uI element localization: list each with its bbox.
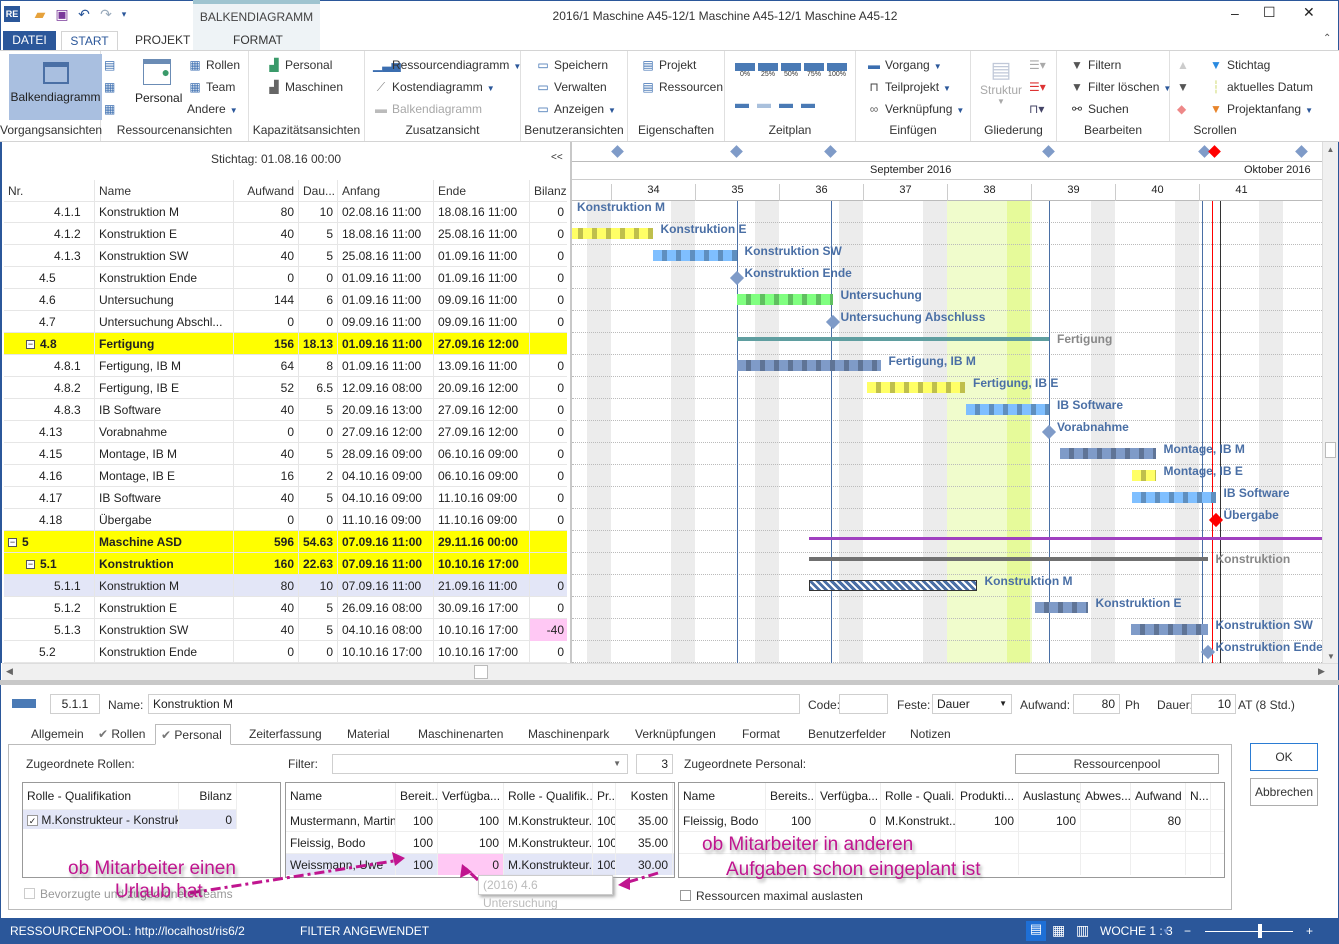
annotation-text: Urlaub hat <box>115 881 203 902</box>
zoom-in-button[interactable]: + <box>1306 924 1313 938</box>
checkmark-icon: ✔ <box>161 728 175 742</box>
annotation-text: Aufgaben schon eingeplant ist <box>726 859 981 880</box>
gantt-view-status-icon[interactable]: ▤ <box>1026 921 1046 941</box>
zoom-out-button[interactable]: − <box>1184 924 1191 938</box>
chevron-down-icon[interactable]: ▼ <box>1162 927 1170 936</box>
filter-status: FILTER ANGEWENDET <box>300 924 430 938</box>
detail-tab-personal[interactable]: ✔ Personal <box>155 724 231 745</box>
zoom-slider-thumb[interactable] <box>1257 924 1262 938</box>
annotation-arrows <box>189 852 659 895</box>
table-view-status-icon[interactable]: ▦ <box>1052 922 1065 939</box>
zoom-slider-track[interactable] <box>1205 931 1293 932</box>
annotation-text: ob Mitarbeiter einen <box>68 858 236 879</box>
chart-view-status-icon[interactable]: ▥ <box>1076 922 1089 939</box>
ressourcenpool-status: RESSOURCENPOOL: http://localhost/ris6/2 <box>10 924 245 938</box>
tooltip: (2016) 4.6 Untersuchung <box>478 875 613 910</box>
annotation-text: ob Mitarbeiter in anderen <box>702 834 914 855</box>
status-bar: RESSOURCENPOOL: http://localhost/ris6/2 … <box>0 918 1339 944</box>
